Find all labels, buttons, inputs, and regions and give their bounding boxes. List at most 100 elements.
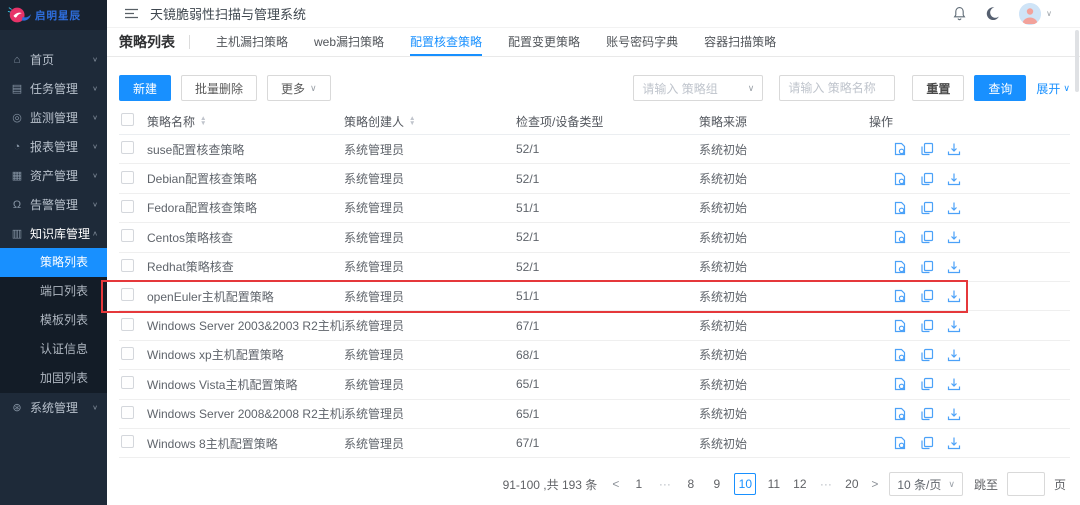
page-number-button[interactable]: 8 — [682, 473, 699, 495]
sidebar-submenu-item[interactable]: 模板列表 — [0, 306, 107, 335]
prev-page-button[interactable]: < — [610, 477, 621, 491]
sidebar-item-system[interactable]: ⊛ 系统管理 ∨ — [0, 393, 107, 422]
row-checkbox[interactable] — [121, 259, 134, 272]
next-page-button[interactable]: > — [869, 477, 880, 491]
row-checkbox[interactable] — [121, 406, 134, 419]
download-icon[interactable] — [947, 172, 961, 186]
copy-icon[interactable] — [920, 201, 934, 215]
sort-icon[interactable]: ▲▼ — [200, 117, 206, 126]
policy-name-input[interactable] — [779, 75, 895, 101]
download-icon[interactable] — [947, 230, 961, 244]
copy-icon[interactable] — [920, 289, 934, 303]
view-detail-icon[interactable] — [893, 142, 907, 156]
copy-icon[interactable] — [920, 436, 934, 450]
tab[interactable]: 容器扫描策略 — [704, 28, 776, 56]
page-number-button[interactable]: 12 — [791, 473, 808, 495]
check-items-count: 65/1 — [516, 407, 699, 421]
sidebar-submenu-item[interactable]: 认证信息 — [0, 335, 107, 364]
row-checkbox[interactable] — [121, 141, 134, 154]
row-checkbox[interactable] — [121, 229, 134, 242]
download-icon[interactable] — [947, 289, 961, 303]
sidebar-item[interactable]: ▥ 知识库管理 ∧ — [0, 219, 107, 248]
page-number-button[interactable]: 11 — [765, 473, 782, 495]
download-icon[interactable] — [947, 436, 961, 450]
view-detail-icon[interactable] — [893, 289, 907, 303]
sidebar-item[interactable]: ◔ 报表管理 ∨ — [0, 132, 107, 161]
sidebar-item[interactable]: ▦ 资产管理 ∨ — [0, 161, 107, 190]
view-detail-icon[interactable] — [893, 377, 907, 391]
create-button[interactable]: 新建 — [119, 75, 171, 101]
jump-page-input[interactable] — [1007, 472, 1045, 496]
notification-bell-icon[interactable] — [953, 6, 966, 21]
copy-icon[interactable] — [920, 377, 934, 391]
sidebar-item[interactable]: ⌂ 首页 ∨ — [0, 45, 107, 74]
gear-icon: ⊛ — [10, 401, 24, 414]
view-detail-icon[interactable] — [893, 230, 907, 244]
tab[interactable]: 配置变更策略 — [508, 28, 580, 56]
page-number-button[interactable]: 20 — [843, 473, 860, 495]
view-detail-icon[interactable] — [893, 172, 907, 186]
row-checkbox[interactable] — [121, 171, 134, 184]
copy-icon[interactable] — [920, 319, 934, 333]
download-icon[interactable] — [947, 201, 961, 215]
sidebar-item[interactable]: ▤ 任务管理 ∨ — [0, 74, 107, 103]
page-size-select[interactable]: 10 条/页 ∨ — [889, 472, 963, 496]
expand-filters-link[interactable]: 展开 ∨ — [1036, 80, 1070, 97]
row-checkbox[interactable] — [121, 318, 134, 331]
row-checkbox[interactable] — [121, 435, 134, 448]
download-icon[interactable] — [947, 260, 961, 274]
row-checkbox[interactable] — [121, 347, 134, 360]
sidebar-submenu-item[interactable]: 端口列表 — [0, 277, 107, 306]
collapse-sidebar-icon[interactable] — [125, 8, 139, 19]
tab[interactable]: 主机漏扫策略 — [216, 28, 288, 56]
view-detail-icon[interactable] — [893, 319, 907, 333]
view-detail-icon[interactable] — [893, 407, 907, 421]
download-icon[interactable] — [947, 319, 961, 333]
download-icon[interactable] — [947, 142, 961, 156]
batch-delete-button[interactable]: 批量删除 — [181, 75, 257, 101]
policy-group-select[interactable]: 请输入 策略组 ∨ — [633, 75, 763, 101]
download-icon[interactable] — [947, 377, 961, 391]
view-detail-icon[interactable] — [893, 201, 907, 215]
view-detail-icon[interactable] — [893, 260, 907, 274]
page-number-button[interactable]: ··· — [817, 473, 834, 495]
row-checkbox[interactable] — [121, 200, 134, 213]
page-number-button[interactable]: ··· — [656, 473, 673, 495]
sidebar-item[interactable]: Ω 告警管理 ∨ — [0, 190, 107, 219]
column-header-creator[interactable]: 策略创建人 ▲▼ — [344, 113, 516, 130]
page-scrollbar[interactable] — [1075, 30, 1079, 92]
copy-icon[interactable] — [920, 230, 934, 244]
sidebar-submenu-item[interactable]: 策略列表 — [0, 248, 107, 277]
copy-icon[interactable] — [920, 260, 934, 274]
sort-icon[interactable]: ▲▼ — [409, 117, 415, 126]
tab[interactable]: web漏扫策略 — [314, 28, 384, 56]
tab[interactable]: 账号密码字典 — [606, 28, 678, 56]
search-controls: 请输入 策略组 ∨ 重置 查询 展开 ∨ — [633, 75, 1070, 101]
row-checkbox[interactable] — [121, 376, 134, 389]
sidebar-submenu-item[interactable]: 加固列表 — [0, 364, 107, 393]
page-number-button[interactable]: 10 — [734, 473, 756, 495]
more-button[interactable]: 更多 ∨ — [267, 75, 331, 101]
download-icon[interactable] — [947, 348, 961, 362]
copy-icon[interactable] — [920, 142, 934, 156]
copy-icon[interactable] — [920, 407, 934, 421]
reset-button[interactable]: 重置 — [912, 75, 964, 101]
column-header-name[interactable]: 策略名称 ▲▼ — [147, 113, 344, 130]
copy-icon[interactable] — [920, 348, 934, 362]
user-menu[interactable]: ∨ — [1019, 3, 1052, 25]
row-actions — [869, 377, 1070, 391]
chevron-down-icon: ∨ — [948, 479, 955, 490]
dark-mode-moon-icon[interactable] — [985, 6, 1000, 21]
select-all-checkbox[interactable] — [121, 113, 134, 126]
view-detail-icon[interactable] — [893, 348, 907, 362]
query-button[interactable]: 查询 — [974, 75, 1026, 101]
row-checkbox[interactable] — [121, 288, 134, 301]
check-items-count: 67/1 — [516, 319, 699, 333]
download-icon[interactable] — [947, 407, 961, 421]
sidebar-item[interactable]: ◎ 监测管理 ∨ — [0, 103, 107, 132]
page-number-button[interactable]: 1 — [630, 473, 647, 495]
page-number-button[interactable]: 9 — [708, 473, 725, 495]
view-detail-icon[interactable] — [893, 436, 907, 450]
copy-icon[interactable] — [920, 172, 934, 186]
tab[interactable]: 配置核查策略 — [410, 28, 482, 56]
